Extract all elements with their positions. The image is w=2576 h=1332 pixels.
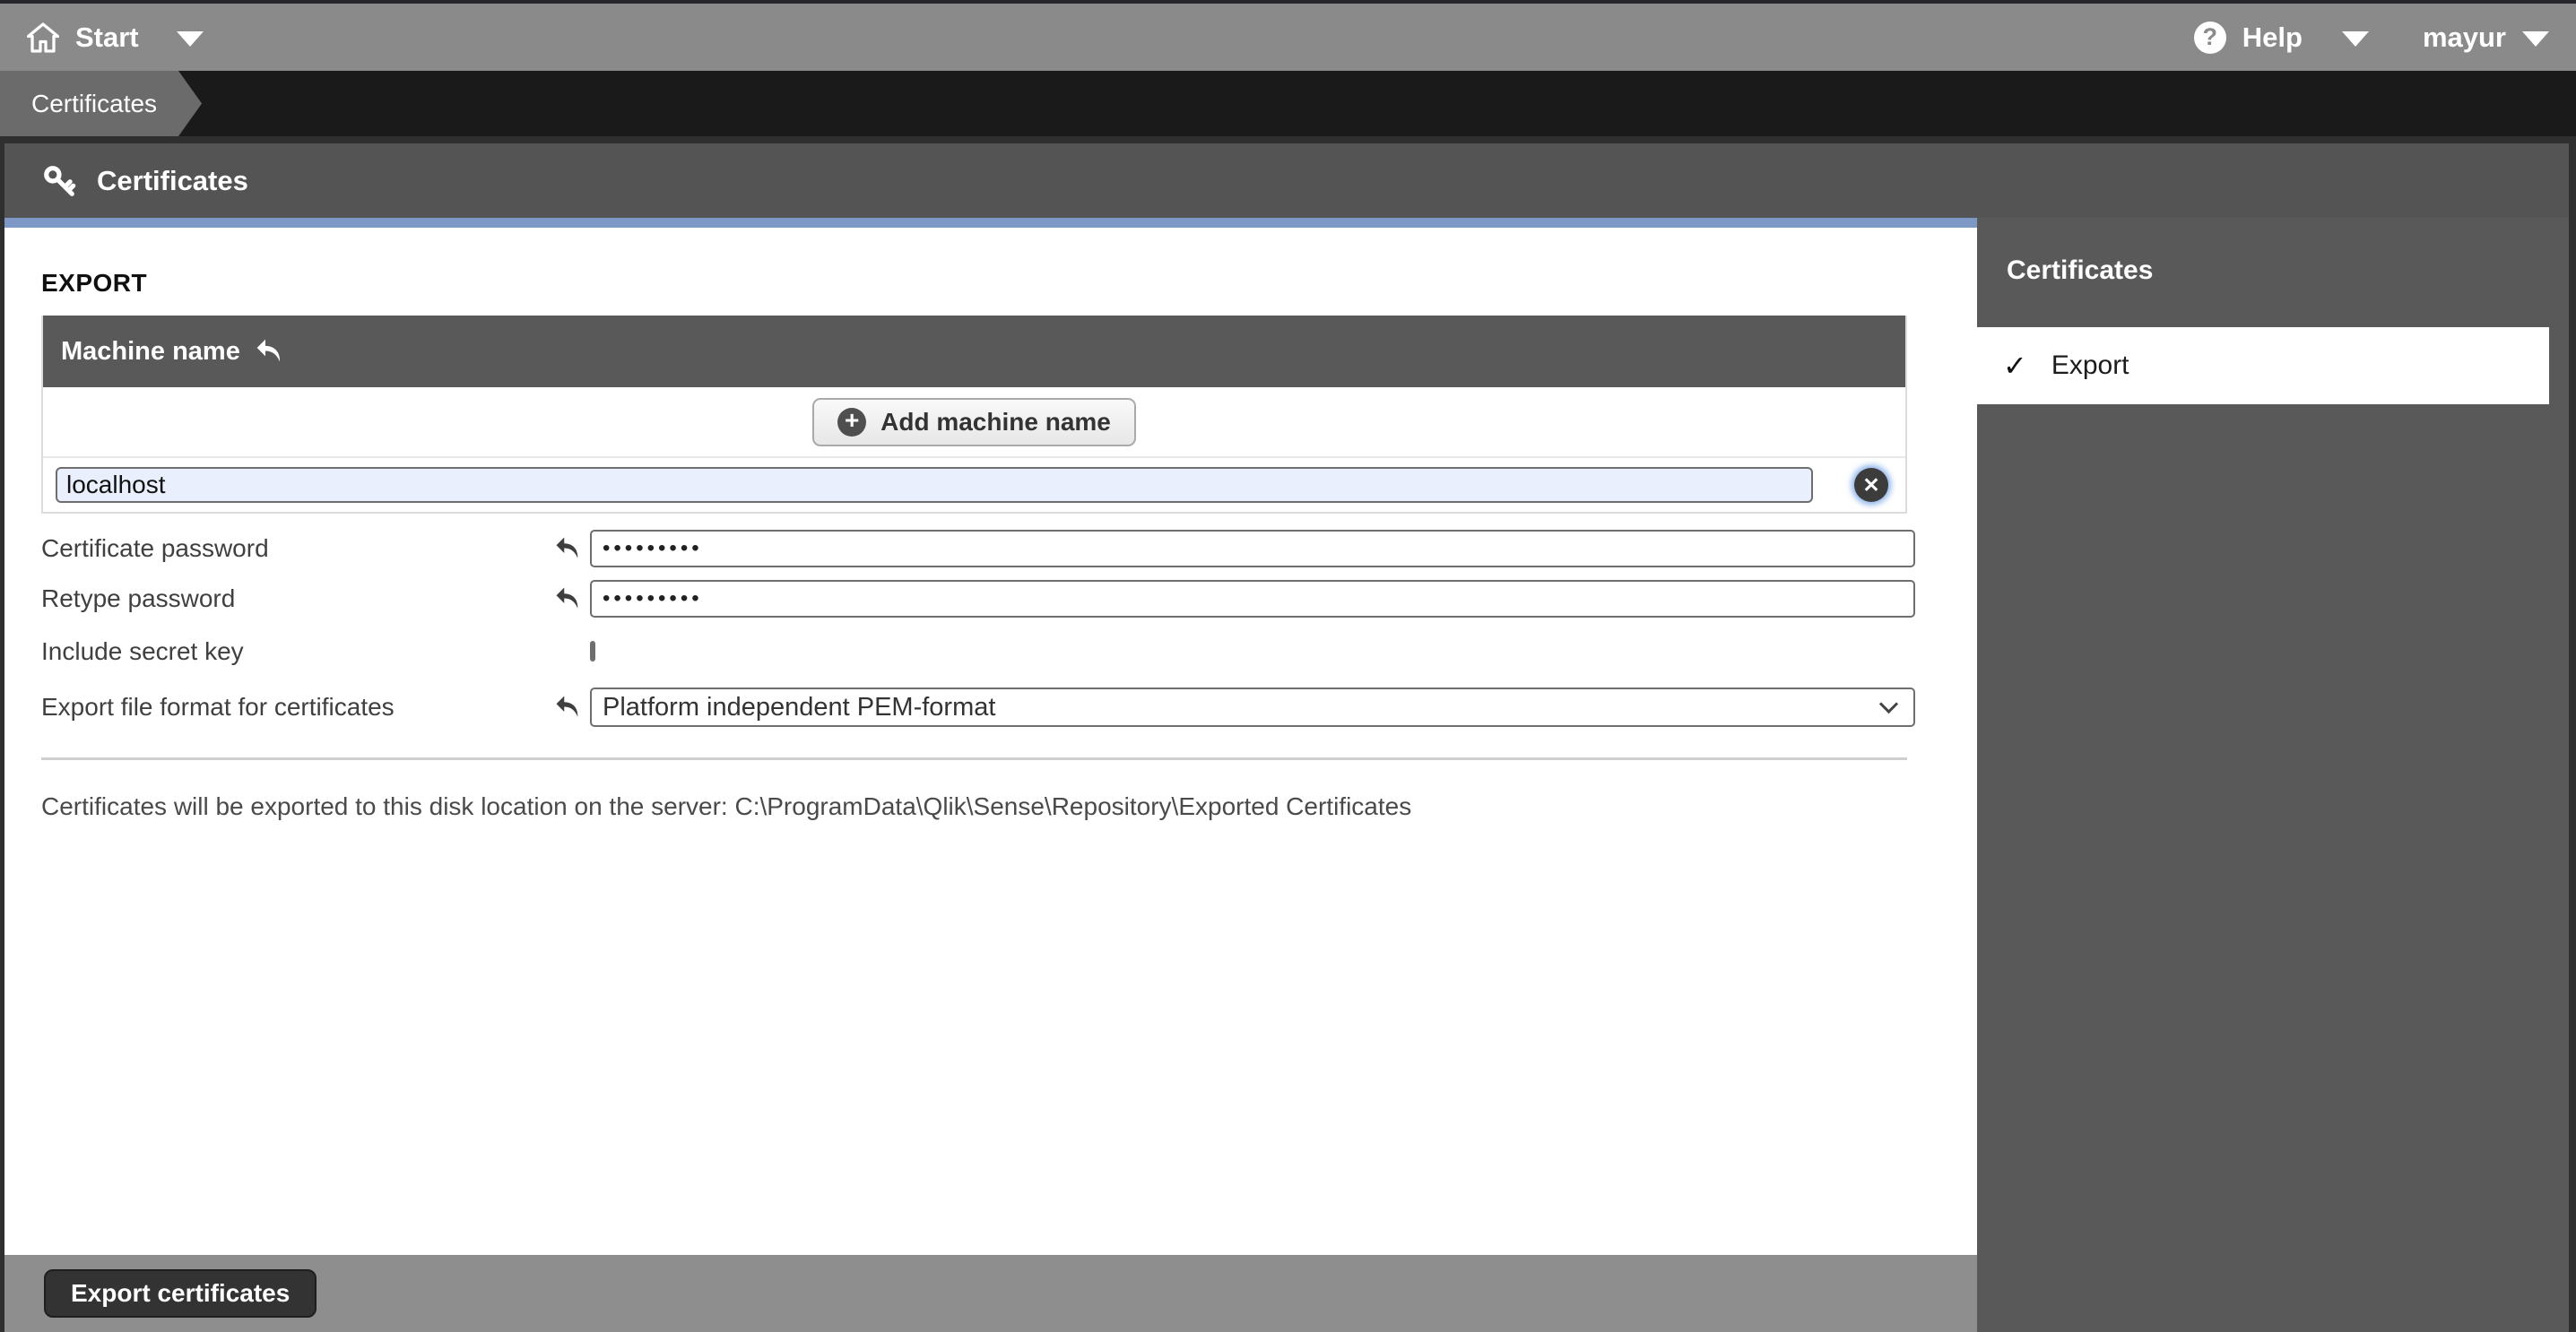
machine-name-table: Machine name + Add machine name [41,316,1907,514]
table-row-machine: ✕ [43,456,1905,512]
machine-name-header: Machine name [43,316,1905,387]
certificate-password-field [590,530,1915,567]
include-secret-key-row: Include secret key [41,637,1911,666]
sidebar: Certificates ✓ Export [1977,218,2569,1332]
start-label: Start [75,22,139,54]
add-machine-name-button[interactable]: + Add machine name [812,398,1136,446]
caret-down-icon [2522,31,2549,47]
include-secret-key-checkbox[interactable] [590,641,595,662]
help-menu[interactable]: ? Help [2194,22,2369,54]
home-icon [27,22,59,53]
add-machine-name-label: Add machine name [880,408,1111,437]
export-format-field: Platform independent PEM-format [590,688,1915,727]
page-frame: Certificates EXPORT Machine name [0,136,2576,1332]
user-menu[interactable]: mayur [2423,22,2549,54]
help-label: Help [2242,22,2303,54]
retype-password-input[interactable] [590,580,1915,618]
undo-slot [554,695,590,720]
export-format-select[interactable]: Platform independent PEM-format [590,688,1915,727]
start-menu[interactable]: Start [27,22,204,54]
retype-password-field [590,580,1915,618]
export-format-row: Export file format for certificates Plat… [41,688,1911,727]
breadcrumb-tab-certificates[interactable]: Certificates [0,71,202,136]
action-bar: Export certificates [4,1255,1977,1332]
help-icon: ? [2194,22,2226,54]
undo-arrow-icon[interactable] [255,338,283,365]
chevron-down-icon [1879,694,1898,713]
undo-arrow-icon[interactable] [554,586,581,611]
export-format-label: Export file format for certificates [41,693,554,722]
check-icon: ✓ [2003,349,2027,383]
top-bar-right: ? Help mayur [2194,22,2549,54]
top-bar: Start ? Help mayur [0,0,2576,71]
content-column: EXPORT Machine name + Add mach [4,218,1977,1332]
page-title: Certificates [97,165,248,197]
export-location-note: Certificates will be exported to this di… [41,792,1911,821]
sidebar-title: Certificates [2007,255,2569,286]
breadcrumb-label: Certificates [31,90,157,118]
retype-password-row: Retype password [41,580,1911,618]
undo-slot [554,536,590,561]
undo-arrow-icon[interactable] [554,536,581,561]
certificate-password-label: Certificate password [41,534,554,563]
retype-password-label: Retype password [41,584,554,613]
user-name: mayur [2423,22,2506,54]
caret-down-icon [2342,31,2369,47]
page-title-bar: Certificates [4,143,2569,218]
key-icon [41,163,81,199]
body-row: EXPORT Machine name + Add mach [4,218,2569,1332]
breadcrumb: Certificates [0,71,2576,136]
divider [41,757,1907,760]
undo-slot [554,586,590,611]
sidebar-item-export[interactable]: ✓ Export [1977,327,2549,404]
certificate-password-input[interactable] [590,530,1915,567]
plus-icon: + [837,408,866,437]
section-heading: EXPORT [41,269,1911,298]
remove-machine-icon[interactable]: ✕ [1854,468,1888,502]
export-format-selected-value: Platform independent PEM-format [603,693,995,722]
machine-name-header-label: Machine name [61,337,240,367]
caret-down-icon [177,31,204,47]
qmc-certificates-page: Start ? Help mayur Certificates [0,0,2576,1332]
include-secret-key-label: Include secret key [41,637,554,666]
export-certificates-button[interactable]: Export certificates [44,1269,317,1318]
include-secret-key-field [590,644,1915,660]
accent-strip [4,218,1977,228]
sidebar-item-label: Export [2051,350,2129,381]
undo-arrow-icon[interactable] [554,695,581,720]
machine-name-input[interactable] [56,467,1813,503]
certificate-password-row: Certificate password [41,530,1911,567]
table-row-add: + Add machine name [43,387,1905,456]
export-panel: EXPORT Machine name + Add mach [4,228,1977,1255]
